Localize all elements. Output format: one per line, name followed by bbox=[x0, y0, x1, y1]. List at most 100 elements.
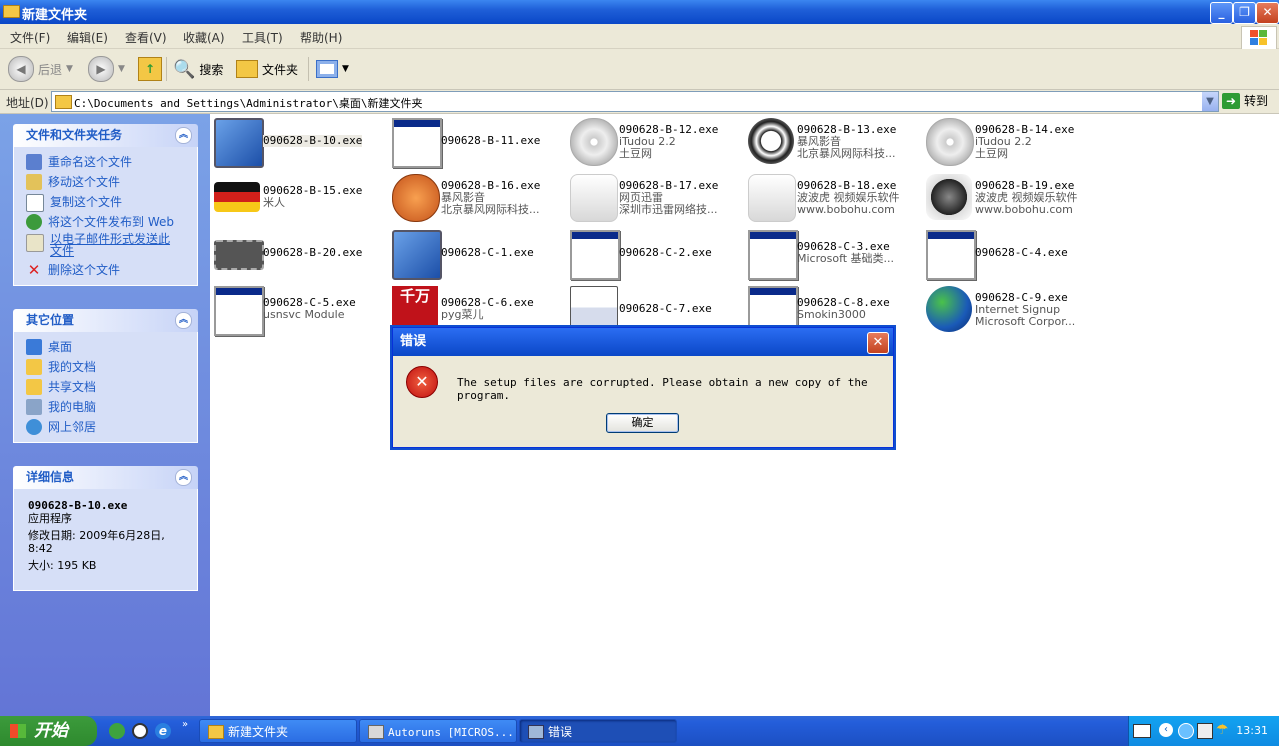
tray-arrow-icon[interactable]: ‹ bbox=[1159, 723, 1173, 737]
collapse-icon[interactable]: ︽ bbox=[175, 312, 192, 329]
delete-file-link[interactable]: ✕ 删除这个文件 bbox=[26, 261, 197, 281]
file-item[interactable]: 090628-B-14.exe iTudou 2.2 土豆网 bbox=[922, 118, 1097, 166]
window-icon bbox=[748, 230, 798, 280]
place-desktop[interactable]: 桌面 bbox=[26, 338, 197, 358]
address-dropdown-icon[interactable]: ▼ bbox=[1202, 92, 1218, 111]
file-name: 090628-C-7.exe bbox=[619, 303, 712, 315]
move-icon bbox=[26, 174, 42, 190]
panel-header[interactable]: 文件和文件夹任务 ︽ bbox=[13, 124, 198, 147]
minimize-button[interactable]: _ bbox=[1210, 2, 1233, 24]
up-folder-button[interactable]: ↑ bbox=[138, 55, 162, 83]
file-description: www.bobohu.com bbox=[975, 203, 1073, 216]
collapse-icon[interactable]: ︽ bbox=[175, 469, 192, 486]
file-item[interactable]: 090628-C-5.exe usnsvc Module bbox=[210, 286, 385, 336]
address-input[interactable]: C:\Documents and Settings\Administrator\… bbox=[51, 91, 1219, 112]
details-panel: 详细信息 ︽ 090628-B-10.exe 应用程序 修改日期: 2009年6月… bbox=[13, 466, 198, 591]
menu-help[interactable]: 帮助(H) bbox=[300, 29, 342, 46]
go-button[interactable]: ➜ 转到 bbox=[1222, 92, 1268, 109]
file-item[interactable]: 090628-B-15.exe 米人 bbox=[210, 174, 385, 222]
menu-view[interactable]: 查看(V) bbox=[125, 29, 167, 46]
file-item[interactable]: 090628-B-18.exe 波波虎 视频娱乐软件 www.bobohu.com bbox=[744, 174, 919, 222]
views-button[interactable]: ▼ bbox=[316, 55, 349, 83]
file-item[interactable]: 090628-B-13.exe 暴风影音 北京暴风网际科技... bbox=[744, 118, 919, 166]
dialog-close-button[interactable]: ✕ bbox=[867, 332, 889, 354]
autoruns-icon bbox=[368, 725, 384, 739]
window-icon bbox=[214, 286, 264, 336]
menu-tools[interactable]: 工具(T) bbox=[242, 29, 283, 46]
publish-web-link[interactable]: 将这个文件发布到 Web bbox=[26, 213, 197, 233]
taskbar-item-autoruns[interactable]: Autoruns [MICROS... bbox=[359, 719, 517, 743]
file-item[interactable]: 090628-B-20.exe bbox=[210, 230, 385, 278]
shared-folder-icon bbox=[26, 379, 42, 395]
place-shared-documents[interactable]: 共享文档 bbox=[26, 378, 197, 398]
umbrella-icon[interactable]: ☂ bbox=[1216, 722, 1232, 738]
quicklaunch-more-icon[interactable]: » bbox=[182, 719, 192, 735]
media-player-icon[interactable] bbox=[132, 723, 148, 739]
installer-icon bbox=[392, 230, 442, 280]
file-item[interactable]: 090628-C-9.exe Internet Signup Microsoft C… bbox=[922, 286, 1097, 334]
ok-button[interactable]: 确定 bbox=[606, 413, 679, 433]
start-button[interactable]: 开始 bbox=[0, 716, 97, 746]
forward-button[interactable]: ▶ ▼ bbox=[88, 55, 125, 83]
menu-edit[interactable]: 编辑(E) bbox=[67, 29, 108, 46]
file-item[interactable]: 090628-C-4.exe bbox=[922, 230, 1097, 280]
close-button[interactable]: ✕ bbox=[1256, 2, 1279, 24]
cd-icon bbox=[926, 118, 974, 166]
quicklaunch-icon[interactable] bbox=[109, 723, 125, 739]
folder-icon bbox=[236, 60, 258, 78]
move-file-link[interactable]: 移动这个文件 bbox=[26, 173, 197, 193]
place-my-documents[interactable]: 我的文档 bbox=[26, 358, 197, 378]
qianwan-icon: 千万 bbox=[392, 286, 438, 332]
folder-icon bbox=[3, 5, 20, 18]
address-label: 地址(D) bbox=[6, 96, 49, 110]
panel-header[interactable]: 其它位置 ︽ bbox=[13, 309, 198, 332]
file-item[interactable]: 090628-B-10.exe bbox=[210, 118, 385, 168]
email-file-link[interactable]: 以电子邮件形式发送此文件 bbox=[26, 233, 197, 261]
clock[interactable]: 13:31 bbox=[1236, 724, 1268, 737]
network-status-icon[interactable] bbox=[1178, 723, 1194, 739]
internet-explorer-icon[interactable]: e bbox=[155, 723, 171, 739]
file-item[interactable]: 090628-B-17.exe 网页迅雷 深圳市迅雷网络技... bbox=[566, 174, 741, 222]
file-description: 北京暴风网际科技... bbox=[797, 147, 896, 160]
go-arrow-icon: ➜ bbox=[1222, 92, 1240, 109]
file-name: 090628-B-20.exe bbox=[263, 247, 363, 259]
dialog-title-bar[interactable]: 错误 ✕ bbox=[393, 328, 893, 356]
file-item[interactable]: 090628-C-2.exe bbox=[566, 230, 741, 280]
menu-file[interactable]: 文件(F) bbox=[10, 29, 50, 46]
file-item[interactable]: 090628-C-1.exe bbox=[388, 230, 563, 280]
copy-file-link[interactable]: 复制这个文件 bbox=[26, 193, 197, 213]
setup-icon bbox=[528, 725, 544, 739]
soccer-ball-icon bbox=[748, 118, 794, 164]
taskbar-item-error[interactable]: 错误 bbox=[519, 719, 677, 743]
menu-favorites[interactable]: 收藏(A) bbox=[183, 29, 225, 46]
file-tasks-panel: 文件和文件夹任务 ︽ 重命名这个文件 移动这个文件 复制这个文件 将这个文件发布到… bbox=[13, 124, 198, 286]
rename-file-link[interactable]: 重命名这个文件 bbox=[26, 153, 197, 173]
window-icon bbox=[926, 230, 976, 280]
file-name: 090628-C-4.exe bbox=[975, 247, 1068, 259]
place-network[interactable]: 网上邻居 bbox=[26, 418, 197, 438]
forward-dropdown-icon[interactable]: ▼ bbox=[118, 64, 125, 74]
keyboard-icon[interactable] bbox=[1133, 724, 1151, 738]
file-description: 土豆网 bbox=[619, 147, 652, 160]
file-item[interactable]: 090628-B-19.exe 波波虎 视频娱乐软件 www.bobohu.com bbox=[922, 174, 1097, 222]
file-name: 090628-B-10.exe bbox=[263, 135, 363, 147]
file-item[interactable]: 090628-B-12.exe iTudou 2.2 土豆网 bbox=[566, 118, 741, 166]
place-my-computer[interactable]: 我的电脑 bbox=[26, 398, 197, 418]
file-description: Microsoft 基础类... bbox=[797, 252, 895, 265]
rename-icon bbox=[26, 154, 42, 170]
collapse-icon[interactable]: ︽ bbox=[175, 127, 192, 144]
maximize-button[interactable]: ❐ bbox=[1233, 2, 1256, 24]
panel-header[interactable]: 详细信息 ︽ bbox=[13, 466, 198, 489]
search-button[interactable]: 🔍 搜索 bbox=[173, 55, 223, 83]
taskbar-item-folder[interactable]: 新建文件夹 bbox=[199, 719, 357, 743]
dialog-message: The setup files are corrupted. Please ob… bbox=[457, 376, 868, 402]
file-item[interactable]: 090628-C-3.exe Microsoft 基础类... bbox=[744, 230, 919, 280]
back-dropdown-icon[interactable]: ▼ bbox=[66, 64, 73, 74]
basketball-icon bbox=[392, 174, 440, 222]
globe-icon bbox=[26, 214, 42, 230]
file-item[interactable]: 090628-B-16.exe 暴风影音 北京暴风网际科技... bbox=[388, 174, 563, 222]
folders-button[interactable]: 文件夹 bbox=[236, 55, 298, 83]
back-button[interactable]: ◀ 后退 ▼ bbox=[8, 55, 73, 83]
file-item[interactable]: 090628-B-11.exe bbox=[388, 118, 563, 168]
input-method-icon[interactable] bbox=[1197, 723, 1213, 739]
